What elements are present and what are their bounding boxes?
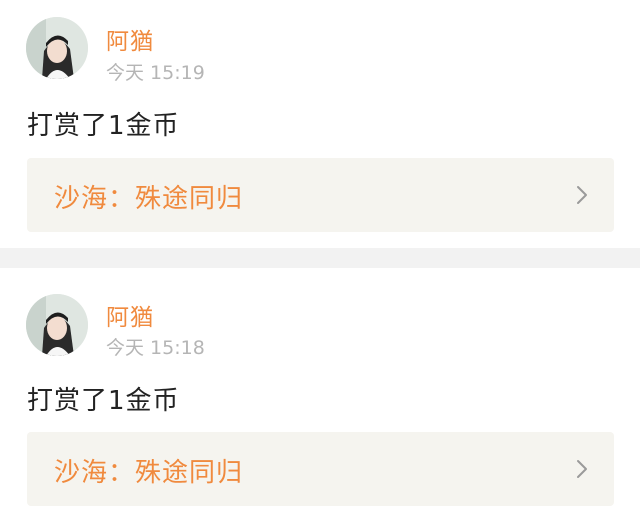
avatar-photo-icon [26, 294, 88, 356]
avatar[interactable] [26, 17, 88, 79]
book-link-title: 沙海：殊途同归 [54, 458, 244, 488]
feed-divider [0, 248, 640, 268]
timestamp: 今天 15:19 [106, 62, 205, 84]
feed-item: 阿猶 今天 15:18 打赏了1金币 沙海：殊途同归 [0, 268, 640, 524]
feed-item: 阿猶 今天 15:19 打赏了1金币 沙海：殊途同归 [0, 0, 640, 248]
book-link-card[interactable]: 沙海：殊途同归 [27, 158, 614, 232]
avatar[interactable] [26, 294, 88, 356]
reward-message: 打赏了1金币 [27, 386, 180, 416]
username[interactable]: 阿猶 [106, 298, 154, 332]
reward-feed: 阿猶 今天 15:19 打赏了1金币 沙海：殊途同归 阿猶 今天 15:18 打… [0, 0, 640, 524]
reward-message: 打赏了1金币 [27, 111, 180, 141]
book-link-title: 沙海：殊途同归 [54, 184, 244, 214]
chevron-right-icon [577, 460, 587, 478]
username[interactable]: 阿猶 [106, 22, 154, 56]
chevron-right-icon [577, 186, 587, 204]
avatar-photo-icon [26, 17, 88, 79]
timestamp: 今天 15:18 [106, 337, 205, 359]
book-link-card[interactable]: 沙海：殊途同归 [27, 432, 614, 506]
